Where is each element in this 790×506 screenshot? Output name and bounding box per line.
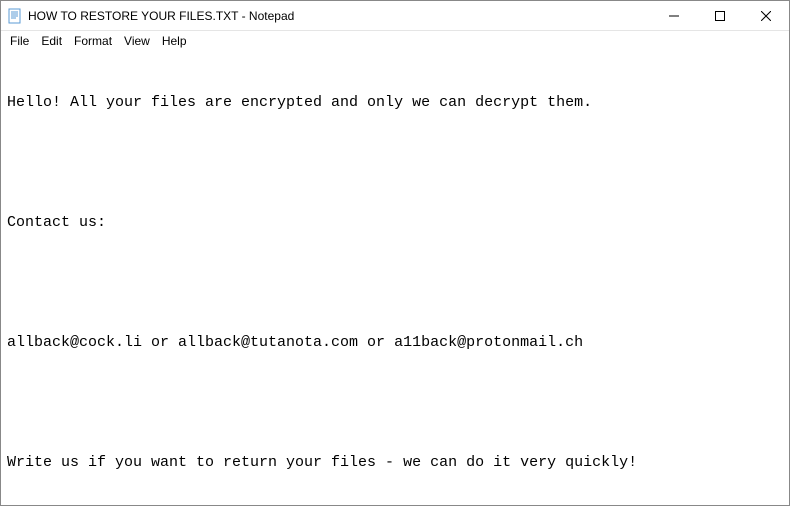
menubar: File Edit Format View Help: [1, 31, 789, 51]
text-line: allback@cock.li or allback@tutanota.com …: [7, 333, 783, 353]
notepad-icon: [7, 8, 23, 24]
titlebar: HOW TO RESTORE YOUR FILES.TXT - Notepad: [1, 1, 789, 31]
text-line: Write us if you want to return your file…: [7, 453, 783, 473]
menu-help[interactable]: Help: [157, 32, 192, 50]
text-line: [7, 273, 783, 293]
menu-format[interactable]: Format: [69, 32, 117, 50]
text-line: [7, 393, 783, 413]
text-area[interactable]: Hello! All your files are encrypted and …: [1, 51, 789, 505]
minimize-button[interactable]: [651, 1, 697, 30]
text-line: [7, 153, 783, 173]
close-button[interactable]: [743, 1, 789, 30]
text-line: Hello! All your files are encrypted and …: [7, 93, 783, 113]
notepad-window: HOW TO RESTORE YOUR FILES.TXT - Notepad …: [0, 0, 790, 506]
text-line: Contact us:: [7, 213, 783, 233]
window-title: HOW TO RESTORE YOUR FILES.TXT - Notepad: [28, 9, 651, 23]
menu-view[interactable]: View: [119, 32, 155, 50]
maximize-button[interactable]: [697, 1, 743, 30]
window-controls: [651, 1, 789, 30]
menu-edit[interactable]: Edit: [36, 32, 67, 50]
menu-file[interactable]: File: [5, 32, 34, 50]
